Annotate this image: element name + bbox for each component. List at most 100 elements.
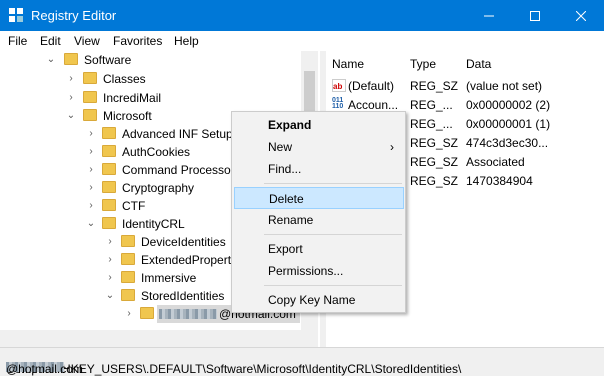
value-data: 1470384904 xyxy=(466,174,533,188)
menu-item-label: New xyxy=(268,140,293,154)
status-bar: Computer\HKEY_USERS\.DEFAULT\Software\Mi… xyxy=(0,347,604,376)
menu-item-delete[interactable]: Delete xyxy=(234,187,404,209)
folder-icon xyxy=(102,217,116,229)
minimize-button[interactable] xyxy=(466,0,512,31)
menu-separator xyxy=(264,234,402,235)
menu-separator xyxy=(264,285,402,286)
collapse-chevron-icon[interactable]: ⌄ xyxy=(66,107,76,125)
menu-item-expand[interactable]: Expand xyxy=(234,114,404,136)
folder-icon xyxy=(83,91,97,103)
value-type: REG_... xyxy=(410,98,453,112)
column-header-name[interactable]: Name xyxy=(332,57,364,71)
expand-chevron-icon[interactable]: › xyxy=(86,197,96,215)
expand-chevron-icon[interactable]: › xyxy=(86,143,96,161)
menu-help[interactable]: Help xyxy=(174,34,199,48)
folder-icon xyxy=(64,53,78,65)
tree-item-label: ExtendedProperti xyxy=(141,253,234,267)
expand-chevron-icon[interactable]: › xyxy=(86,161,96,179)
tree-item-label: AuthCookies xyxy=(122,145,191,159)
window-title: Registry Editor xyxy=(31,8,117,23)
menu-item-label: Rename xyxy=(268,213,314,227)
collapse-chevron-icon[interactable]: ⌄ xyxy=(46,51,56,69)
value-type: REG_SZ xyxy=(410,155,459,169)
menu-item-label: Permissions... xyxy=(268,264,344,278)
folder-icon xyxy=(121,235,135,247)
value-data: 0x00000002 (2) xyxy=(466,98,551,112)
value-type: REG_SZ xyxy=(410,174,459,188)
maximize-button[interactable] xyxy=(512,0,558,31)
tree-item-label: Classes xyxy=(103,72,146,86)
menu-file[interactable]: File xyxy=(8,34,27,48)
collapse-chevron-icon[interactable]: ⌄ xyxy=(105,287,115,305)
close-button[interactable] xyxy=(558,0,604,31)
menu-item-label: Copy Key Name xyxy=(268,293,356,307)
menu-item-label: Find... xyxy=(268,162,302,176)
registry-editor-icon xyxy=(9,8,23,22)
expand-chevron-icon[interactable]: › xyxy=(124,305,134,323)
folder-icon xyxy=(83,109,97,121)
expand-chevron-icon[interactable]: › xyxy=(105,251,115,269)
collapse-chevron-icon[interactable]: ⌄ xyxy=(86,215,96,233)
expand-chevron-icon[interactable]: › xyxy=(105,233,115,251)
folder-icon xyxy=(102,163,116,175)
menu-view[interactable]: View xyxy=(74,34,100,48)
column-header-type[interactable]: Type xyxy=(410,57,436,71)
tree-item-label: Advanced INF Setup xyxy=(122,127,233,141)
value-type: REG_SZ xyxy=(410,79,459,93)
folder-icon xyxy=(102,145,116,157)
value-data: 0x00000001 (1) xyxy=(466,117,551,131)
tree-item-label: StoredIdentities xyxy=(141,289,225,303)
table-row[interactable]: ab (Default) REG_SZ (value not set) xyxy=(326,77,604,95)
value-name: (Default) xyxy=(348,79,395,93)
expand-chevron-icon[interactable]: › xyxy=(86,179,96,197)
submenu-arrow-icon: › xyxy=(390,140,394,154)
menu-item-label: Expand xyxy=(268,118,312,132)
menu-item-copy-key-name[interactable]: Copy Key Name xyxy=(234,289,404,311)
value-type: REG_... xyxy=(410,117,453,131)
tree-item-label: DeviceIdentities xyxy=(141,235,226,249)
menu-item-find[interactable]: Find... xyxy=(234,158,404,180)
menu-item-new[interactable]: New › xyxy=(234,136,404,158)
menu-item-label: Export xyxy=(268,242,303,256)
context-menu: Expand New › Find... Delete Rename Expor… xyxy=(231,111,406,313)
tree-item-label: Command Processor xyxy=(122,163,235,177)
expand-chevron-icon[interactable]: › xyxy=(66,89,76,107)
menu-bar: File Edit View Favorites Help xyxy=(0,31,604,52)
folder-icon xyxy=(102,127,116,139)
menu-edit[interactable]: Edit xyxy=(40,34,61,48)
string-value-icon: ab xyxy=(332,79,346,92)
tree-item-label: CTF xyxy=(122,199,146,213)
binary-value-icon: 011 110 xyxy=(332,97,344,110)
column-header-data[interactable]: Data xyxy=(466,57,491,71)
tree-item-label: Microsoft xyxy=(103,109,152,123)
menu-item-rename[interactable]: Rename xyxy=(234,209,404,231)
title-bar: Registry Editor xyxy=(0,0,604,31)
value-data: 474c3d3ec30... xyxy=(466,136,549,150)
folder-icon xyxy=(140,307,154,319)
value-type: REG_SZ xyxy=(410,136,459,150)
folder-icon xyxy=(121,253,135,265)
menu-item-permissions[interactable]: Permissions... xyxy=(234,260,404,282)
status-path-suffix: @hotmail.com xyxy=(6,362,83,376)
folder-icon xyxy=(102,199,116,211)
tree-item-label: IncrediMail xyxy=(103,91,162,105)
scrollbar-thumb[interactable] xyxy=(304,71,315,111)
menu-separator xyxy=(264,183,402,184)
value-data: (value not set) xyxy=(466,79,543,93)
folder-icon xyxy=(83,72,97,84)
redacted-email-name xyxy=(159,309,217,319)
tree-item-label: Cryptography xyxy=(122,181,195,195)
folder-icon xyxy=(102,181,116,193)
minimize-icon xyxy=(484,15,494,16)
expand-chevron-icon[interactable]: › xyxy=(105,269,115,287)
folder-icon xyxy=(121,271,135,283)
expand-chevron-icon[interactable]: › xyxy=(66,70,76,88)
tree-item-label: IdentityCRL xyxy=(122,217,185,231)
expand-chevron-icon[interactable]: › xyxy=(86,125,96,143)
tree-horizontal-scrollbar[interactable] xyxy=(0,330,318,347)
close-icon xyxy=(576,10,586,21)
menu-favorites[interactable]: Favorites xyxy=(113,34,162,48)
menu-item-export[interactable]: Export xyxy=(234,238,404,260)
value-data: Associated xyxy=(466,155,525,169)
tree-item-label: Software xyxy=(84,53,132,67)
